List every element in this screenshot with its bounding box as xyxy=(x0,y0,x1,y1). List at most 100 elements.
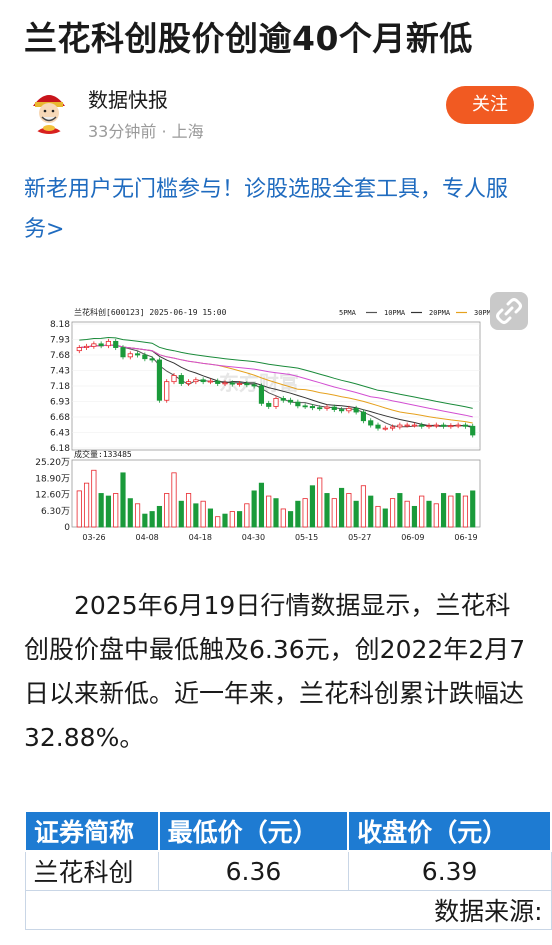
candle xyxy=(113,340,119,348)
volume-bar xyxy=(120,472,126,528)
volume-bar xyxy=(149,511,155,528)
candle xyxy=(258,385,265,404)
x-tick-label: 06-09 xyxy=(401,533,424,542)
volume-label: 成交量:133485 xyxy=(74,449,132,459)
candle xyxy=(164,381,170,401)
candle xyxy=(236,383,243,385)
candle xyxy=(171,375,177,383)
candle xyxy=(83,345,90,348)
table-cell: 6.39 xyxy=(347,850,552,891)
candle xyxy=(448,425,454,428)
volume-tick-label: 25.20万 xyxy=(35,458,70,468)
avatar[interactable] xyxy=(24,84,74,134)
volume-bar xyxy=(462,495,469,528)
candle xyxy=(127,353,133,358)
y-tick-label: 6.18 xyxy=(50,444,70,454)
volume-bar xyxy=(200,500,206,528)
price-table: 证券简称 最低价（元） 收盘价（元） 兰花科创 6.36 6.39 数据来源: xyxy=(24,810,552,930)
volume-bar xyxy=(346,493,352,528)
article-title: 兰花科创股价创逾40个月新低 xyxy=(24,19,473,58)
volume-tick-label: 12.60万 xyxy=(35,491,70,501)
candle xyxy=(98,343,104,347)
candle xyxy=(411,424,418,427)
volume-bar xyxy=(317,477,323,528)
candle xyxy=(317,407,323,410)
author-bar: 数据快报 33分钟前 · 上海 关注 xyxy=(24,82,534,142)
chart-title: 兰花科创[600123] 2025-06-19 15:00 xyxy=(74,307,227,317)
volume-bar xyxy=(433,503,439,528)
volume-bar xyxy=(287,511,294,528)
candle xyxy=(426,425,432,428)
volume-bar xyxy=(360,485,367,528)
x-tick-label: 04-18 xyxy=(189,533,212,542)
candle xyxy=(382,427,388,430)
volume-bar xyxy=(105,495,112,528)
volume-bar xyxy=(193,503,199,528)
candle xyxy=(331,406,337,410)
x-tick-label: 04-08 xyxy=(136,533,159,542)
table-row: 兰花科创 6.36 6.39 xyxy=(24,850,552,891)
candle xyxy=(134,353,141,356)
candle xyxy=(404,424,410,427)
legend-item: 20PMA xyxy=(429,309,451,317)
candle xyxy=(142,354,148,360)
candle xyxy=(156,359,163,401)
volume-axis: 25.20万 18.90万 12.60万 6.30万 0 xyxy=(35,458,70,533)
author-name[interactable]: 数据快报 xyxy=(88,84,168,113)
volume-tick-label: 6.30万 xyxy=(41,507,70,517)
volume-bar xyxy=(404,500,410,528)
x-tick-label: 04-30 xyxy=(242,533,265,542)
volume-bar xyxy=(302,498,308,528)
volume-bar xyxy=(455,493,461,528)
volume-bar xyxy=(83,482,90,528)
volume-bars xyxy=(76,469,476,528)
volume-bar xyxy=(375,505,381,528)
volume-bar xyxy=(236,511,243,528)
candle xyxy=(287,399,294,403)
volume-bar xyxy=(251,490,257,528)
candle xyxy=(193,379,199,383)
promo-link[interactable]: 新老用户无门槛参与！诊股选股全套工具，专人服务> xyxy=(24,170,524,250)
volume-bar xyxy=(91,469,97,528)
candle xyxy=(200,379,206,383)
article-body: 2025年6月19日行情数据显示，兰花科创股价盘中最低触及6.36元，创2022… xyxy=(24,591,526,752)
candle xyxy=(185,381,192,384)
volume-bar xyxy=(382,508,388,528)
volume-bar xyxy=(309,485,316,528)
volume-bar xyxy=(229,511,235,528)
candle xyxy=(178,375,184,384)
table-header: 收盘价（元） xyxy=(347,810,552,852)
chart-legend: 5PMA 10PMA 20PMA 30PMA xyxy=(339,309,512,317)
volume-bar xyxy=(368,495,374,528)
volume-tick-label: 18.90万 xyxy=(35,474,70,484)
volume-bar xyxy=(440,493,447,528)
y-tick-label: 6.68 xyxy=(50,413,70,423)
publish-meta: 33分钟前 · 上海 xyxy=(88,122,204,141)
x-tick-label: 06-19 xyxy=(454,533,477,542)
follow-button[interactable]: 关注 xyxy=(446,86,534,124)
table-cell: 兰花科创 xyxy=(24,850,160,891)
volume-bar xyxy=(338,487,345,528)
candle xyxy=(324,406,330,409)
moving-average-lines xyxy=(79,336,473,429)
candle xyxy=(309,406,316,409)
volume-bar xyxy=(185,493,192,528)
x-tick-label: 05-27 xyxy=(348,533,371,542)
candle xyxy=(149,358,155,361)
legend-item: 10PMA xyxy=(384,309,406,317)
candle xyxy=(120,347,126,358)
volume-bar xyxy=(324,493,330,528)
candle xyxy=(353,407,359,413)
candle xyxy=(397,424,403,428)
volume-bar xyxy=(258,482,265,528)
volume-bar xyxy=(156,505,163,528)
candle xyxy=(419,424,425,427)
candle xyxy=(244,383,250,386)
candle xyxy=(462,424,469,427)
volume-bar xyxy=(295,500,301,528)
link-icon[interactable] xyxy=(490,292,528,330)
volume-bar xyxy=(411,505,418,528)
y-tick-label: 7.43 xyxy=(50,367,70,377)
y-tick-label: 7.93 xyxy=(50,336,70,346)
volume-bar xyxy=(280,508,286,528)
